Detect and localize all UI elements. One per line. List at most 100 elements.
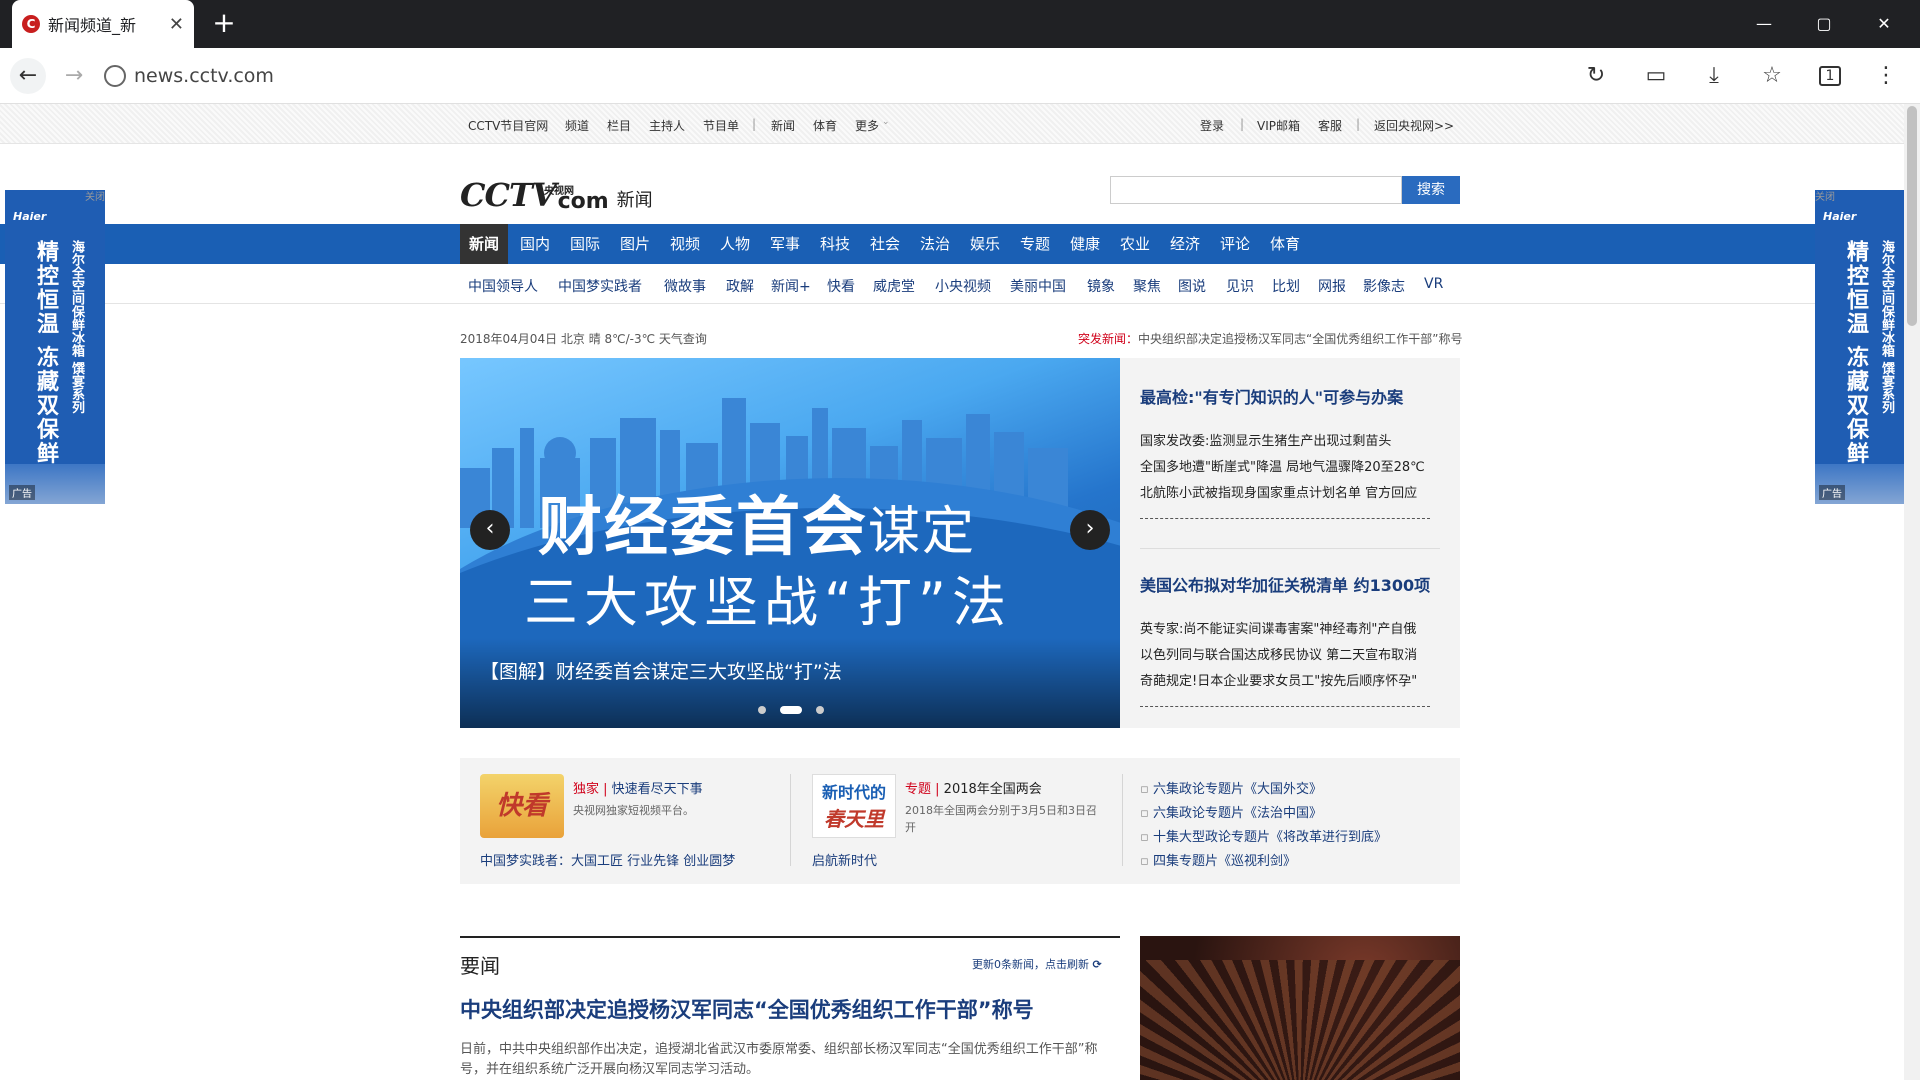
headline-carousel[interactable]: 财经委首会谋定 三大攻坚战“打”法 【图解】财经委首会谋定三大攻坚战“打”法 ‹… [460, 358, 1120, 728]
carousel-next-icon[interactable]: › [1070, 510, 1110, 550]
top-story-headline[interactable]: 最高检:"有专门知识的人"可参与办案 [1140, 384, 1403, 408]
topbar-link-channel[interactable]: 频道 [565, 117, 589, 134]
topbar-link-sports[interactable]: 体育 [813, 117, 837, 134]
subnav-item[interactable]: 镜象 [1087, 276, 1115, 296]
carousel-dot[interactable] [758, 706, 766, 714]
top-story-item[interactable]: 英专家:尚不能证实间谍毒害案"神经毒剂"产自俄 [1140, 618, 1416, 637]
subnav-item[interactable]: 比划 [1272, 276, 1300, 296]
breaking-text[interactable]: 中央组织部决定追授杨汉军同志“全国优秀组织工作干部”称号 [1138, 332, 1462, 346]
subnav-item[interactable]: 网报 [1318, 276, 1346, 296]
nav-item-news[interactable]: 新闻 [460, 224, 508, 264]
browser-tab[interactable]: C 新闻频道_新 ✕ [12, 0, 194, 48]
left-side-ad[interactable]: 关闭 Haier 精控恒温 冻藏双保鲜 海尔全空间保鲜冰箱 馔宴系列 广告 [5, 190, 105, 504]
site-info-globe-icon[interactable] [104, 65, 126, 87]
documentary-link[interactable]: 六集政论专题片《大国外交》 [1140, 778, 1322, 797]
topbar-link-host[interactable]: 主持人 [649, 117, 685, 134]
search-button[interactable]: 搜索 [1402, 176, 1460, 204]
minimize-window-button[interactable]: — [1752, 12, 1776, 36]
documentary-link[interactable]: 四集专题片《巡视利剑》 [1140, 850, 1296, 869]
download-icon[interactable]: ⤓ [1696, 58, 1732, 94]
subnav-item[interactable]: 中国梦实践者 [558, 276, 642, 296]
topbar-link-more[interactable]: 更多 [855, 117, 879, 134]
top-story-headline[interactable]: 美国公布拟对华加征关税清单 约1300项 [1140, 572, 1430, 596]
promo-link[interactable]: 中国梦实践者：大国工匠 行业先锋 创业圆梦 [480, 850, 735, 869]
kuaikan-thumbnail[interactable]: 快看 [480, 774, 564, 838]
nav-item-entertainment[interactable]: 娱乐 [960, 224, 1010, 264]
desktop-site-icon[interactable]: ▭ [1638, 58, 1674, 94]
new-tab-button[interactable]: + [208, 8, 240, 40]
topbar-link-schedule[interactable]: 节目单 [703, 117, 739, 134]
subnav-item[interactable]: 图说 [1178, 276, 1206, 296]
two-sessions-title[interactable]: 专题 | 2018年全国两会 [905, 778, 1042, 797]
breaking-news[interactable]: 突发新闻：中央组织部决定追授杨汉军同志“全国优秀组织工作干部”称号 [1078, 330, 1462, 347]
subnav-item[interactable]: 新闻+ [771, 276, 811, 296]
carousel-caption[interactable]: 【图解】财经委首会谋定三大攻坚战“打”法 [480, 657, 842, 684]
subnav-item[interactable]: 小央视频 [935, 276, 991, 296]
documentary-link[interactable]: 十集大型政论专题片《将改革进行到底》 [1140, 826, 1387, 845]
news-photo[interactable] [1140, 936, 1460, 1080]
carousel-dot[interactable] [816, 706, 824, 714]
nav-item-society[interactable]: 社会 [860, 224, 910, 264]
top-story-item[interactable]: 奇葩规定!日本企业要求女员工"按先后顺序怀孕" [1140, 670, 1417, 689]
more-menu-icon[interactable]: ⋮ [1868, 58, 1904, 94]
carousel-prev-icon[interactable]: ‹ [470, 510, 510, 550]
close-window-button[interactable]: ✕ [1872, 12, 1896, 36]
ad-close-link[interactable]: 关闭 [85, 190, 105, 203]
nav-item-pictures[interactable]: 图片 [610, 224, 660, 264]
subnav-item[interactable]: 微故事 [664, 276, 706, 296]
nav-item-health[interactable]: 健康 [1060, 224, 1110, 264]
subnav-item[interactable]: 政解 [726, 276, 754, 296]
topbar-link-back-to-cctv[interactable]: 返回央视网>> [1374, 117, 1454, 134]
topbar-link-login[interactable]: 登录 [1200, 117, 1224, 134]
kuaikan-title[interactable]: 独家 | 快速看尽天下事 [573, 778, 703, 797]
ad-close-link[interactable]: 关闭 [1815, 190, 1835, 203]
subnav-item[interactable]: 聚焦 [1133, 276, 1161, 296]
two-sessions-thumbnail[interactable]: 新时代的 春天里 [812, 774, 896, 838]
chevron-down-icon[interactable]: ⌄ [882, 117, 890, 127]
carousel-dot-active[interactable] [780, 706, 802, 714]
subnav-item[interactable]: 美丽中国 [1010, 276, 1066, 296]
topbar-link-vip-mail[interactable]: VIP邮箱 [1257, 117, 1300, 134]
top-story-item[interactable]: 国家发改委:监测显示生猪生产出现过剩苗头 [1140, 430, 1391, 449]
topbar-link-service[interactable]: 客服 [1318, 117, 1342, 134]
nav-item-law[interactable]: 法治 [910, 224, 960, 264]
topbar-link-cctv[interactable]: CCTV节目官网 [468, 117, 548, 134]
nav-item-people[interactable]: 人物 [710, 224, 760, 264]
top-story-item[interactable]: 以色列同与联合国达成移民协议 第二天宣布取消 [1140, 644, 1417, 663]
back-arrow-icon[interactable]: ← [10, 58, 46, 94]
right-side-ad[interactable]: 关闭 Haier 精控恒温 冻藏双保鲜 海尔全空间保鲜冰箱 馔宴系列 广告 [1815, 190, 1915, 504]
subnav-item[interactable]: 中国领导人 [468, 276, 538, 296]
bookmark-star-icon[interactable]: ☆ [1754, 58, 1790, 94]
nav-item-domestic[interactable]: 国内 [510, 224, 560, 264]
subnav-item[interactable]: 见识 [1226, 276, 1254, 296]
documentary-link[interactable]: 六集政论专题片《法治中国》 [1140, 802, 1322, 821]
nav-item-international[interactable]: 国际 [560, 224, 610, 264]
topbar-link-news[interactable]: 新闻 [771, 117, 795, 134]
lead-headline[interactable]: 中央组织部决定追授杨汉军同志“全国优秀组织工作干部”称号 [460, 994, 1034, 1024]
nav-item-sports[interactable]: 体育 [1260, 224, 1310, 264]
refresh-news-link[interactable]: 更新0条新闻，点击刷新 ⟳ [972, 956, 1102, 972]
reload-icon[interactable]: ↻ [1578, 58, 1614, 94]
nav-item-topics[interactable]: 专题 [1010, 224, 1060, 264]
nav-item-economy[interactable]: 经济 [1160, 224, 1210, 264]
subnav-item[interactable]: 影像志 [1363, 276, 1405, 296]
nav-item-military[interactable]: 军事 [760, 224, 810, 264]
top-story-item[interactable]: 北航陈小武被指现身国家重点计划名单 官方回应 [1140, 482, 1417, 501]
address-bar[interactable]: news.cctv.com [134, 65, 274, 87]
maximize-window-button[interactable]: ▢ [1812, 12, 1836, 36]
scrollbar-thumb[interactable] [1907, 106, 1917, 326]
top-story-item[interactable]: 全国多地遭"断崖式"降温 局地气温骤降20至28℃ [1140, 456, 1425, 475]
subnav-item[interactable]: VR [1424, 276, 1443, 292]
nav-item-agriculture[interactable]: 农业 [1110, 224, 1160, 264]
nav-item-opinion[interactable]: 评论 [1210, 224, 1260, 264]
tab-switcher-icon[interactable]: 1 [1812, 58, 1848, 94]
cctv-news-logo[interactable]: CCTV com 央视网 新闻 [460, 176, 653, 214]
nav-item-video[interactable]: 视频 [660, 224, 710, 264]
topbar-link-column[interactable]: 栏目 [607, 117, 631, 134]
forward-arrow-icon[interactable]: → [56, 58, 92, 94]
subnav-item[interactable]: 威虎堂 [873, 276, 915, 296]
subnav-item[interactable]: 快看 [827, 276, 855, 296]
promo-link[interactable]: 启航新时代 [812, 850, 877, 869]
nav-item-tech[interactable]: 科技 [810, 224, 860, 264]
search-input[interactable] [1110, 176, 1402, 204]
